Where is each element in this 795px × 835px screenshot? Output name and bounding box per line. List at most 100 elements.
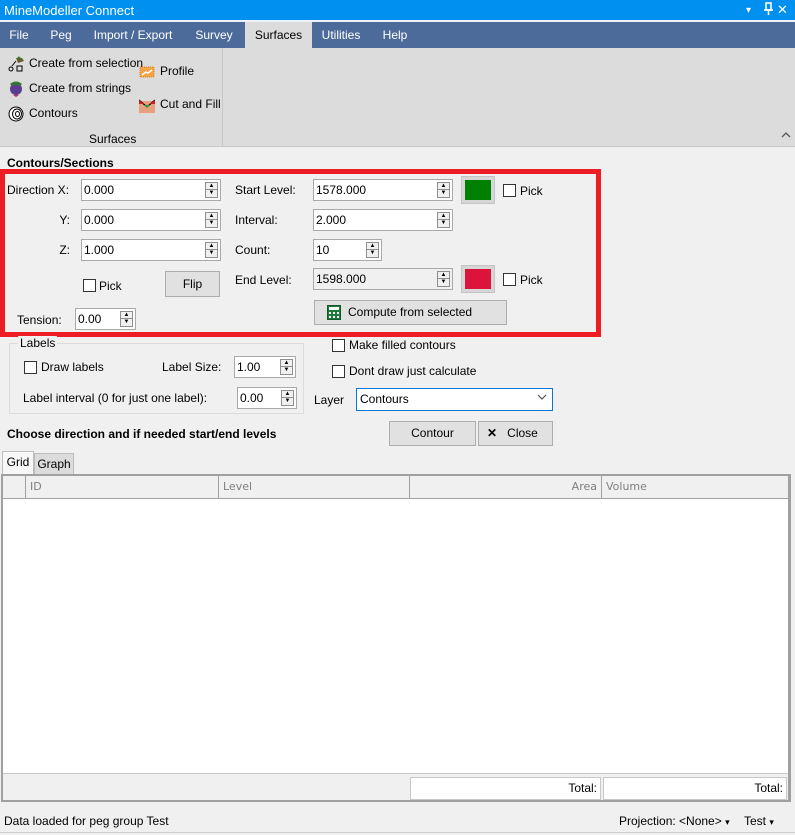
create-from-strings-button[interactable]: Create from strings — [8, 79, 131, 99]
end-level-spin-buttons[interactable]: ▲ ▼ — [437, 271, 450, 287]
create-from-strings-label: Create from strings — [29, 81, 132, 95]
end-pick-checkbox[interactable] — [503, 273, 516, 286]
column-header-id[interactable]: ID — [26, 476, 219, 498]
start-pick-label: Pick — [520, 184, 543, 198]
start-level-input[interactable] — [316, 182, 434, 198]
spin-down-icon[interactable]: ▼ — [206, 220, 217, 227]
projection-dropdown[interactable]: Projection: <None> ▾ — [619, 814, 730, 828]
flip-button[interactable]: Flip — [165, 271, 220, 297]
collapse-ribbon-icon[interactable] — [781, 128, 791, 142]
direction-y-spin-buttons[interactable]: ▲ ▼ — [205, 212, 218, 228]
label-interval-label: Label interval (0 for just one label): — [23, 391, 208, 405]
layer-combobox[interactable] — [356, 388, 553, 411]
tension-spin-buttons[interactable]: ▲ ▼ — [120, 311, 133, 327]
tab-surfaces[interactable]: Surfaces — [245, 22, 312, 48]
start-color-button[interactable] — [461, 176, 495, 204]
spin-down-icon[interactable]: ▼ — [206, 250, 217, 257]
direction-pick-label: Pick — [99, 279, 122, 293]
spin-up-icon[interactable]: ▲ — [281, 360, 292, 367]
label-size-label: Label Size: — [162, 360, 222, 374]
make-filled-contours-checkbox[interactable] — [332, 339, 345, 352]
label-size-spin-buttons[interactable]: ▲ ▼ — [280, 359, 293, 375]
spin-up-icon[interactable]: ▲ — [121, 312, 132, 319]
profile-label: Profile — [160, 64, 195, 78]
label-size-stepper[interactable]: ▲▼ — [234, 356, 296, 378]
layer-input[interactable] — [360, 392, 530, 406]
start-pick-checkbox[interactable] — [503, 184, 516, 197]
direction-z-spin-buttons[interactable]: ▲ ▼ — [205, 242, 218, 258]
spin-down-icon[interactable]: ▼ — [438, 190, 449, 197]
end-level-input[interactable] — [316, 271, 434, 287]
direction-x-input[interactable] — [84, 182, 202, 198]
label-interval-spin-buttons[interactable]: ▲ ▼ — [281, 390, 294, 406]
column-header-volume[interactable]: Volume — [602, 476, 788, 498]
count-stepper[interactable]: ▲▼ — [313, 239, 382, 261]
label-size-input[interactable] — [237, 359, 277, 375]
spin-up-icon[interactable]: ▲ — [367, 243, 378, 250]
spin-down-icon[interactable]: ▼ — [367, 250, 378, 257]
tab-peg[interactable]: Peg — [43, 22, 79, 48]
direction-y-input[interactable] — [84, 212, 202, 228]
interval-stepper[interactable]: ▲▼ — [313, 209, 453, 231]
spin-down-icon[interactable]: ▼ — [282, 398, 293, 405]
direction-z-stepper[interactable]: ▲▼ — [81, 239, 221, 261]
spin-up-icon[interactable]: ▲ — [206, 243, 217, 250]
ribbon-separator — [222, 48, 223, 146]
spin-up-icon[interactable]: ▲ — [438, 213, 449, 220]
column-header-area[interactable]: Area — [410, 476, 602, 498]
profile-button[interactable]: Profile — [139, 62, 194, 82]
direction-z-input[interactable] — [84, 242, 202, 258]
end-level-stepper[interactable]: ▲▼ — [313, 268, 453, 290]
close-window-icon[interactable]: ✕ — [777, 2, 788, 18]
end-color-button[interactable] — [461, 265, 495, 293]
direction-y-stepper[interactable]: ▲▼ — [81, 209, 221, 231]
count-spin-buttons[interactable]: ▲ ▼ — [366, 242, 379, 258]
spin-down-icon[interactable]: ▼ — [438, 279, 449, 286]
tab-import-export[interactable]: Import / Export — [85, 22, 181, 48]
tab-graph[interactable]: Graph — [34, 453, 74, 475]
tension-input[interactable] — [78, 311, 118, 327]
spin-down-icon[interactable]: ▼ — [121, 319, 132, 326]
tab-help[interactable]: Help — [372, 22, 418, 48]
start-level-spin-buttons[interactable]: ▲ ▼ — [437, 182, 450, 198]
layer-label: Layer — [314, 393, 345, 407]
chevron-down-icon[interactable] — [537, 392, 547, 404]
close-button[interactable]: ✕ Close — [478, 421, 553, 446]
spin-up-icon[interactable]: ▲ — [282, 391, 293, 398]
spin-down-icon[interactable]: ▼ — [206, 190, 217, 197]
status-message: Data loaded for peg group Test — [4, 814, 169, 828]
label-interval-input[interactable] — [240, 390, 278, 406]
start-level-stepper[interactable]: ▲▼ — [313, 179, 453, 201]
create-from-selection-button[interactable]: Create from selection — [8, 54, 143, 74]
tab-survey[interactable]: Survey — [186, 22, 242, 48]
spin-up-icon[interactable]: ▲ — [206, 183, 217, 190]
spin-up-icon[interactable]: ▲ — [206, 213, 217, 220]
tab-file[interactable]: File — [0, 22, 38, 48]
window-menu-dropdown-icon[interactable]: ▾ — [746, 3, 751, 19]
cut-and-fill-button[interactable]: Cut and Fill — [138, 95, 221, 115]
group-dropdown[interactable]: Test ▾ — [744, 814, 774, 828]
compute-from-selected-button[interactable]: Compute from selected — [314, 300, 507, 325]
tension-stepper[interactable]: ▲▼ — [75, 308, 136, 330]
spin-up-icon[interactable]: ▲ — [438, 183, 449, 190]
direction-x-spin-buttons[interactable]: ▲ ▼ — [205, 182, 218, 198]
spin-up-icon[interactable]: ▲ — [438, 272, 449, 279]
pin-icon[interactable] — [764, 2, 773, 20]
column-header-level[interactable]: Level — [219, 476, 410, 498]
tab-utilities[interactable]: Utilities — [312, 22, 370, 48]
end-level-label: End Level: — [235, 273, 292, 287]
spin-down-icon[interactable]: ▼ — [438, 220, 449, 227]
direction-x-stepper[interactable]: ▲▼ — [81, 179, 221, 201]
count-input[interactable] — [316, 242, 364, 258]
tab-grid[interactable]: Grid — [2, 451, 34, 475]
spin-down-icon[interactable]: ▼ — [281, 367, 292, 374]
label-interval-stepper[interactable]: ▲▼ — [237, 387, 297, 409]
dont-draw-checkbox[interactable] — [332, 365, 345, 378]
contour-button[interactable]: Contour — [389, 421, 476, 446]
interval-input[interactable] — [316, 212, 434, 228]
draw-labels-checkbox[interactable] — [24, 361, 37, 374]
direction-pick-checkbox[interactable] — [83, 279, 96, 292]
ribbon-group-label: Surfaces — [89, 132, 137, 146]
contours-button[interactable]: Contours — [8, 104, 78, 124]
interval-spin-buttons[interactable]: ▲ ▼ — [437, 212, 450, 228]
